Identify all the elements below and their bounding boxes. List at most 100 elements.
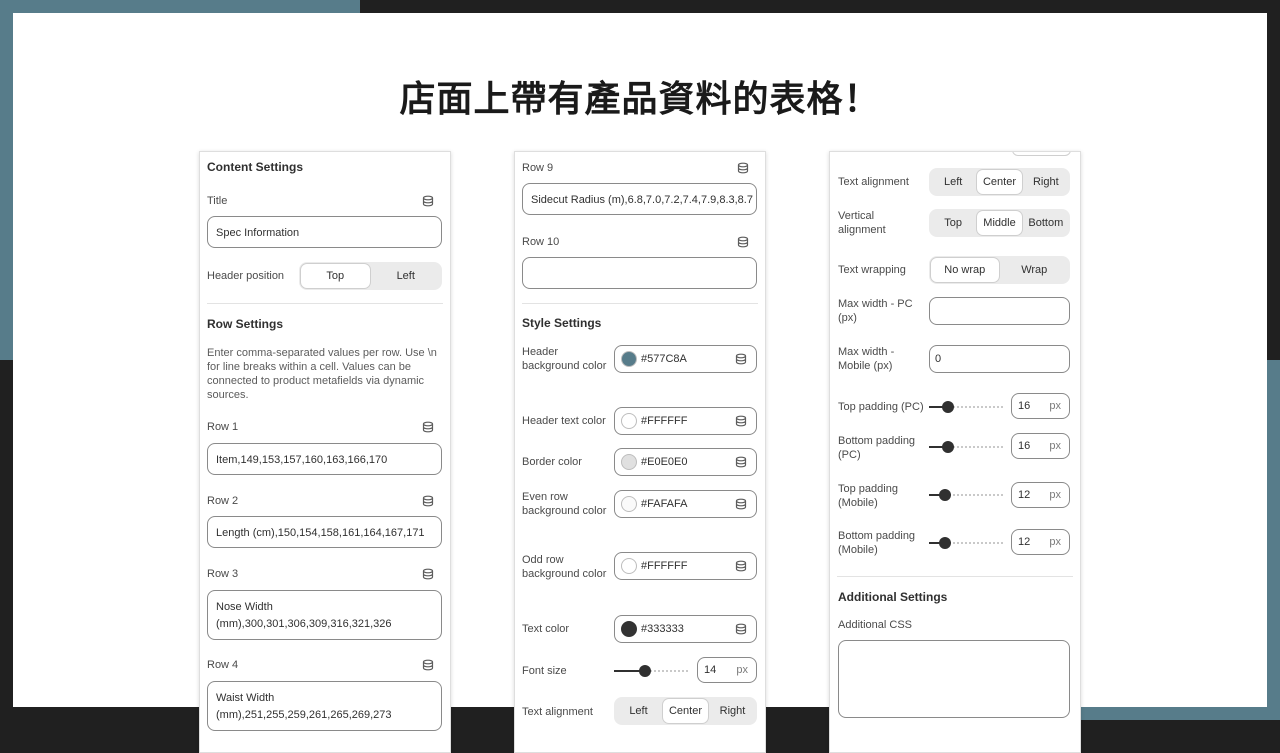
padding-value: 16 <box>1018 440 1031 452</box>
color-swatch[interactable] <box>621 454 637 470</box>
color-swatch[interactable] <box>621 351 637 367</box>
row-settings-heading: Row Settings <box>207 317 284 331</box>
title-label: Title <box>207 195 228 207</box>
row-label: Row 3 <box>207 568 239 580</box>
row-label: Row 4 <box>207 659 239 671</box>
additional-settings-heading: Additional Settings <box>838 590 948 604</box>
row-input[interactable]: Sidecut Radius (m),6.8,7.0,7.2,7.4,7.9,8… <box>522 183 757 215</box>
color-label: Header background color <box>522 346 607 372</box>
text-alignment-label: Text alignment <box>838 176 909 188</box>
even-row-background-color-picker[interactable]: #FAFAFA <box>614 490 757 518</box>
header-position-toggle[interactable]: Top Left <box>299 262 442 290</box>
dynamic-source-icon[interactable] <box>735 415 747 427</box>
color-label: Border color <box>522 456 582 468</box>
vertical-alignment-top-option[interactable]: Top <box>931 211 975 235</box>
text-alignment-left-option[interactable]: Left <box>931 170 975 194</box>
font-size-unit: px <box>736 664 748 676</box>
text-wrapping-toggle[interactable]: No wrap Wrap <box>929 256 1070 284</box>
font-size-label: Font size <box>522 665 567 677</box>
style-settings-heading: Style Settings <box>522 316 602 330</box>
layout-settings-panel[interactable]: Text alignment Left Center Right Vertica… <box>829 151 1081 753</box>
padding-label: Bottom padding (Mobile) <box>838 530 916 556</box>
top-padding-pc-input[interactable]: 16 px <box>1011 393 1070 419</box>
divider <box>837 576 1073 577</box>
dynamic-source-icon[interactable] <box>422 195 434 207</box>
dynamic-source-icon[interactable] <box>737 236 749 248</box>
slider-knob[interactable] <box>939 537 951 549</box>
max-width-mobile-label: Max width - Mobile (px) <box>838 346 895 372</box>
slider-knob[interactable] <box>942 401 954 413</box>
bottom-padding-pc-input[interactable]: 16 px <box>1011 433 1070 459</box>
text-alignment-center-option[interactable]: Center <box>663 699 708 723</box>
row-input[interactable]: Nose Width (mm),300,301,306,309,316,321,… <box>207 590 442 640</box>
slider-knob[interactable] <box>639 665 651 677</box>
color-label: Header text color <box>522 415 606 427</box>
color-label: Text color <box>522 623 570 635</box>
top-padding-mobile-input[interactable]: 12 px <box>1011 482 1070 508</box>
text-alignment-center-option[interactable]: Center <box>977 170 1022 194</box>
dynamic-source-icon[interactable] <box>422 568 434 580</box>
text-color-picker[interactable]: #333333 <box>614 615 757 643</box>
max-width-pc-input[interactable] <box>929 297 1070 325</box>
text-alignment-toggle[interactable]: Left Center Right <box>929 168 1070 196</box>
vertical-alignment-middle-option[interactable]: Middle <box>977 211 1022 235</box>
color-swatch[interactable] <box>621 496 637 512</box>
font-size-slider[interactable] <box>614 664 690 678</box>
font-size-input[interactable]: 14 px <box>697 657 757 683</box>
row-input[interactable]: Length (cm),150,154,158,161,164,167,171 <box>207 516 442 548</box>
style-settings-panel[interactable]: Row 9 Sidecut Radius (m),6.8,7.0,7.2,7.4… <box>514 151 766 753</box>
slider-knob[interactable] <box>942 441 954 453</box>
text-alignment-label: Text alignment <box>522 706 593 718</box>
top-padding-mobile-slider[interactable] <box>929 488 1005 502</box>
row-input[interactable]: Item,149,153,157,160,163,166,170 <box>207 443 442 475</box>
header-position-label: Header position <box>207 270 285 282</box>
padding-unit: px <box>1049 400 1061 412</box>
max-width-mobile-input[interactable]: 0 <box>929 345 1070 373</box>
color-hex: #E0E0E0 <box>641 456 688 468</box>
color-swatch[interactable] <box>621 621 637 637</box>
vertical-alignment-toggle[interactable]: Top Middle Bottom <box>929 209 1070 237</box>
header-background-color-picker[interactable]: #577C8A <box>614 345 757 373</box>
padding-value: 12 <box>1018 536 1031 548</box>
row-label: Row 1 <box>207 421 239 433</box>
text-alignment-right-option[interactable]: Right <box>710 699 755 723</box>
content-settings-panel[interactable]: Content Settings Title Spec Information … <box>199 151 451 753</box>
border-color-picker[interactable]: #E0E0E0 <box>614 448 757 476</box>
bottom-padding-pc-slider[interactable] <box>929 440 1005 454</box>
vertical-alignment-bottom-option[interactable]: Bottom <box>1024 211 1068 235</box>
header-position-top-option[interactable]: Top <box>301 264 370 288</box>
additional-css-textarea[interactable] <box>838 640 1070 718</box>
header-text-color-picker[interactable]: #FFFFFF <box>614 407 757 435</box>
dynamic-source-icon[interactable] <box>735 353 747 365</box>
text-alignment-left-option[interactable]: Left <box>616 699 661 723</box>
top-padding-pc-slider[interactable] <box>929 400 1005 414</box>
row-input[interactable] <box>522 257 757 289</box>
text-alignment-toggle[interactable]: Left Center Right <box>614 697 757 725</box>
odd-row-background-color-picker[interactable]: #FFFFFF <box>614 552 757 580</box>
bottom-padding-mobile-input[interactable]: 12 px <box>1011 529 1070 555</box>
row-label: Row 10 <box>522 236 560 248</box>
text-wrapping-wrap-option[interactable]: Wrap <box>1001 258 1069 282</box>
header-position-left-option[interactable]: Left <box>372 264 441 288</box>
dynamic-source-icon[interactable] <box>422 495 434 507</box>
text-alignment-right-option[interactable]: Right <box>1024 170 1068 194</box>
dynamic-source-icon[interactable] <box>422 421 434 433</box>
bottom-padding-mobile-slider[interactable] <box>929 536 1005 550</box>
text-wrapping-nowrap-option[interactable]: No wrap <box>931 258 999 282</box>
dynamic-source-icon[interactable] <box>735 498 747 510</box>
title-input[interactable]: Spec Information <box>207 216 442 248</box>
dynamic-source-icon[interactable] <box>422 659 434 671</box>
row-input[interactable]: Waist Width (mm),251,255,259,261,265,269… <box>207 681 442 731</box>
slider-knob[interactable] <box>939 489 951 501</box>
vertical-alignment-label: Vertical alignment <box>838 210 886 236</box>
dynamic-source-icon[interactable] <box>737 162 749 174</box>
divider <box>522 303 758 304</box>
color-swatch[interactable] <box>621 558 637 574</box>
color-label: Odd row background color <box>522 554 607 580</box>
dynamic-source-icon[interactable] <box>735 623 747 635</box>
row-settings-help: Enter comma-separated values per row. Us… <box>207 347 437 401</box>
dynamic-source-icon[interactable] <box>735 456 747 468</box>
additional-css-label: Additional CSS <box>838 619 912 631</box>
color-swatch[interactable] <box>621 413 637 429</box>
dynamic-source-icon[interactable] <box>735 560 747 572</box>
